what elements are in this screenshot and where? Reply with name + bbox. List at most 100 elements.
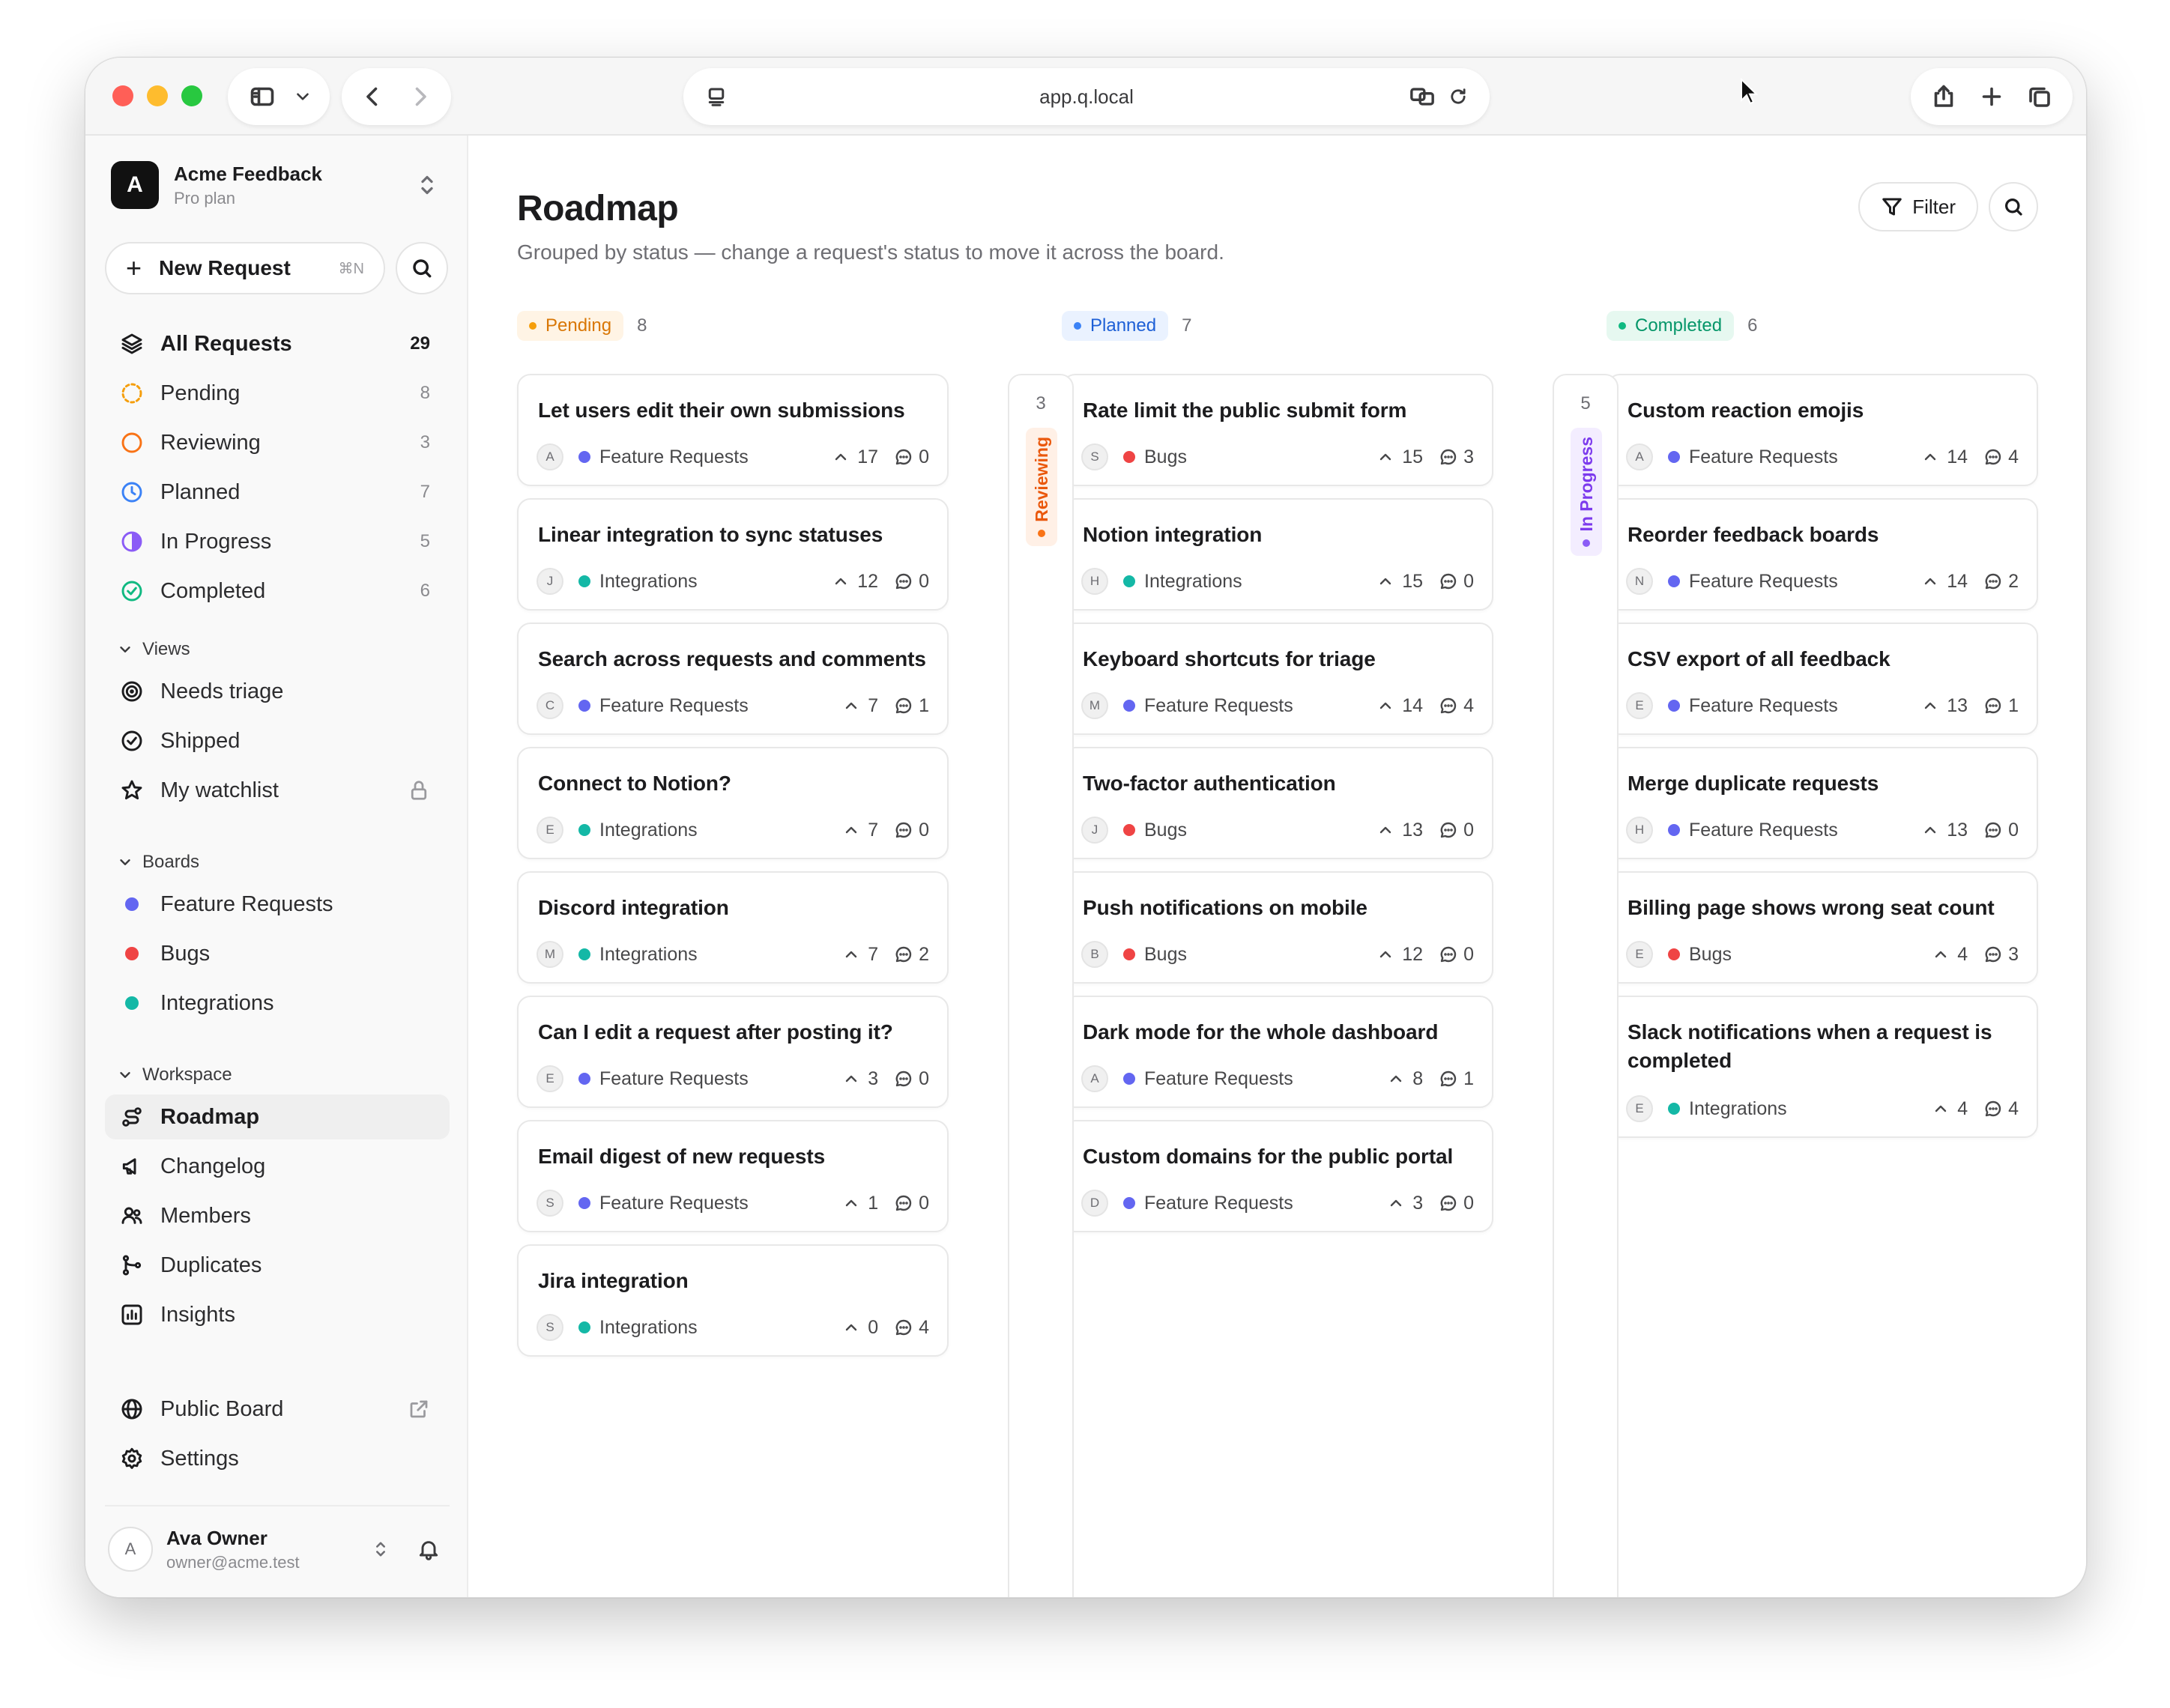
address-bar[interactable]: app.q.local xyxy=(683,68,1490,125)
external-link-icon[interactable] xyxy=(408,1398,430,1420)
vote-count: 14 xyxy=(1947,570,1968,592)
request-card[interactable]: Email digest of new requests S Feature Req… xyxy=(517,1120,949,1232)
request-card[interactable]: Dark mode for the whole dashboard A Featur… xyxy=(1062,996,1493,1108)
sidebar-item-shipped[interactable]: Shipped xyxy=(105,718,450,763)
new-tab-icon[interactable] xyxy=(1968,73,2016,121)
request-card[interactable]: Rate limit the public submit form S Bugs 15… xyxy=(1062,374,1493,486)
sidebar-item-completed[interactable]: Completed 6 xyxy=(105,569,450,614)
request-card[interactable]: Keyboard shortcuts for triage M Feature Re… xyxy=(1062,623,1493,735)
upvote-icon[interactable] xyxy=(842,1070,860,1088)
sidebar-toggle-icon[interactable] xyxy=(238,73,286,121)
boards-section-toggle[interactable]: Boards xyxy=(117,852,199,873)
vote-count: 3 xyxy=(868,1068,879,1089)
request-card[interactable]: Custom reaction emojis A Feature Requests 1… xyxy=(1607,374,2038,486)
sidebar-item-reviewing[interactable]: Reviewing 3 xyxy=(105,420,450,465)
bell-icon[interactable] xyxy=(417,1537,441,1561)
maximize-window-button[interactable] xyxy=(181,85,202,106)
upvote-icon[interactable] xyxy=(1376,821,1394,839)
back-icon[interactable] xyxy=(348,73,396,121)
sidebar-item-planned[interactable]: Planned 7 xyxy=(105,470,450,515)
board-name: Feature Requests xyxy=(599,1068,749,1089)
request-card[interactable]: Merge duplicate requests H Feature Request… xyxy=(1607,747,2038,859)
sidebar-item-board-feature-requests[interactable]: Feature Requests xyxy=(105,882,450,927)
upvote-icon[interactable] xyxy=(1376,945,1394,963)
sidebar-item-changelog[interactable]: Changelog xyxy=(105,1144,450,1189)
page-settings-icon[interactable] xyxy=(692,73,740,121)
board-color-dot xyxy=(578,1073,590,1085)
share-icon[interactable] xyxy=(1920,73,1968,121)
request-card[interactable]: Can I edit a request after posting it? E F… xyxy=(517,996,949,1108)
request-title: Rate limit the public submit form xyxy=(1083,399,1407,422)
upvote-icon[interactable] xyxy=(1376,572,1394,590)
sidebar-search-button[interactable] xyxy=(396,242,448,294)
board-search-button[interactable] xyxy=(1989,182,2038,231)
upvote-icon[interactable] xyxy=(1387,1194,1405,1212)
upvote-icon[interactable] xyxy=(1376,697,1394,715)
request-card[interactable]: Two-factor authentication J Bugs 13 0 xyxy=(1062,747,1493,859)
upvote-icon[interactable] xyxy=(842,821,860,839)
upvote-icon[interactable] xyxy=(842,1318,860,1336)
user-menu[interactable]: A Ava Owner owner@acme.test xyxy=(108,1521,445,1578)
request-card[interactable]: Jira integration S Integrations 0 4 xyxy=(517,1244,949,1357)
sidebar-item-settings[interactable]: Settings xyxy=(105,1436,450,1481)
upvote-icon[interactable] xyxy=(832,448,850,466)
upvote-icon[interactable] xyxy=(1376,448,1394,466)
request-stats: 72 xyxy=(842,944,929,966)
chevron-down-icon[interactable] xyxy=(286,73,319,121)
sidebar-item-public-board[interactable]: Public Board xyxy=(105,1387,450,1432)
request-card[interactable]: Push notifications on mobile B Bugs 12 0 xyxy=(1062,871,1493,984)
board-color-dot xyxy=(578,948,590,960)
vote-count: 8 xyxy=(1412,1068,1424,1089)
request-card[interactable]: Discord integration M Integrations 7 2 xyxy=(517,871,949,984)
workspace-switcher[interactable]: A Acme Feedback Pro plan xyxy=(111,158,441,212)
workspace-section-toggle[interactable]: Workspace xyxy=(117,1065,232,1085)
request-card[interactable]: Notion integration H Integrations 15 0 xyxy=(1062,498,1493,611)
collapsed-column-reviewing[interactable]: 3 Reviewing xyxy=(1008,374,1074,1597)
sidebar-item-my-watchlist[interactable]: My watchlist xyxy=(105,768,450,813)
chevron-updown-icon xyxy=(414,172,441,199)
new-request-button[interactable]: + New Request ⌘N xyxy=(105,242,385,294)
request-card[interactable]: Custom domains for the public portal D Fea… xyxy=(1062,1120,1493,1232)
sidebar-item-in-progress[interactable]: In Progress 5 xyxy=(105,519,450,564)
upvote-icon[interactable] xyxy=(832,572,850,590)
board-color-dot xyxy=(1668,824,1680,836)
upvote-icon[interactable] xyxy=(842,1194,860,1212)
filter-button[interactable]: Filter xyxy=(1858,182,1978,231)
upvote-icon[interactable] xyxy=(1921,448,1939,466)
board-color-dot xyxy=(120,892,144,916)
sidebar-item-all-requests[interactable]: All Requests 29 xyxy=(105,321,450,366)
request-card[interactable]: Let users edit their own submissions A Fea… xyxy=(517,374,949,486)
sidebar-item-pending[interactable]: Pending 8 xyxy=(105,371,450,416)
upvote-icon[interactable] xyxy=(842,945,860,963)
upvote-icon[interactable] xyxy=(1932,945,1950,963)
upvote-icon[interactable] xyxy=(842,697,860,715)
upvote-icon[interactable] xyxy=(1921,697,1939,715)
forward-icon[interactable] xyxy=(396,73,444,121)
upvote-icon[interactable] xyxy=(1932,1100,1950,1118)
request-card[interactable]: Reorder feedback boards N Feature Requests… xyxy=(1607,498,2038,611)
request-card[interactable]: Connect to Notion? E Integrations 7 0 xyxy=(517,747,949,859)
sidebar-item-board-integrations[interactable]: Integrations xyxy=(105,981,450,1026)
request-card[interactable]: Linear integration to sync statuses J Inte… xyxy=(517,498,949,611)
request-card[interactable]: CSV export of all feedback E Feature Reque… xyxy=(1607,623,2038,735)
close-window-button[interactable] xyxy=(112,85,133,106)
views-section-toggle[interactable]: Views xyxy=(117,639,190,660)
request-card[interactable]: Search across requests and comments C Feat… xyxy=(517,623,949,735)
sidebar: A Acme Feedback Pro plan + New Request ⌘… xyxy=(85,136,468,1597)
sidebar-item-members[interactable]: Members xyxy=(105,1193,450,1238)
sidebar-item-board-bugs[interactable]: Bugs xyxy=(105,931,450,976)
sidebar-item-needs-triage[interactable]: Needs triage xyxy=(105,669,450,714)
reload-icon[interactable] xyxy=(1434,73,1482,121)
request-card[interactable]: Billing page shows wrong seat count E Bugs… xyxy=(1607,871,2038,984)
sidebar-item-duplicates[interactable]: Duplicates xyxy=(105,1243,450,1288)
sidebar-item-insights[interactable]: Insights xyxy=(105,1292,450,1337)
minimize-window-button[interactable] xyxy=(147,85,168,106)
upvote-icon[interactable] xyxy=(1921,821,1939,839)
browser-toolbar: app.q.local xyxy=(85,58,2086,136)
sidebar-item-roadmap[interactable]: Roadmap xyxy=(105,1094,450,1139)
collapsed-column-in-progress[interactable]: 5 In Progress xyxy=(1553,374,1619,1597)
tab-overview-icon[interactable] xyxy=(2016,73,2064,121)
upvote-icon[interactable] xyxy=(1387,1070,1405,1088)
upvote-icon[interactable] xyxy=(1921,572,1939,590)
request-card[interactable]: Slack notifications when a request is co… xyxy=(1607,996,2038,1138)
